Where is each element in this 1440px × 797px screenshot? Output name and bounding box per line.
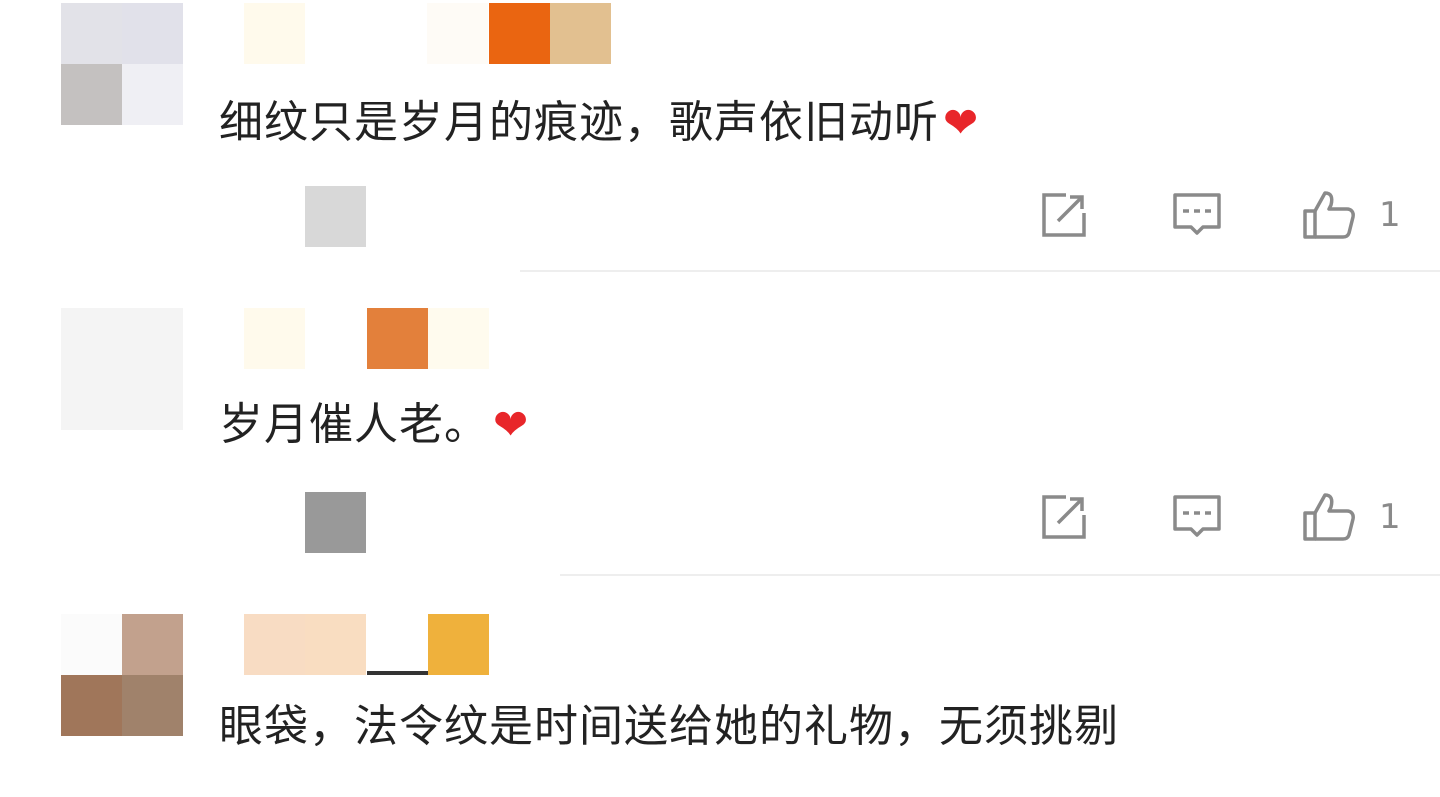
share-button[interactable]: [1036, 187, 1096, 247]
avatar[interactable]: [61, 614, 183, 736]
like-button[interactable]: [1301, 187, 1361, 247]
comment-icon: [1173, 495, 1221, 537]
avatar-pixel: [61, 614, 122, 675]
thumbs-up-icon: [1303, 191, 1355, 239]
avatar[interactable]: [61, 3, 183, 125]
comment-body: 细纹只是岁月的痕迹，歌声依旧动听: [219, 97, 939, 148]
comment-text: 岁月催人老。❤: [219, 399, 529, 451]
name-pixel: [367, 308, 428, 369]
meta-redacted: [305, 492, 366, 553]
avatar-pixel: [122, 64, 183, 125]
name-pixel: [244, 614, 305, 675]
name-pixel: [550, 3, 611, 64]
avatar-pixel: [61, 308, 122, 369]
name-pixel: [489, 3, 550, 64]
divider: [520, 270, 1440, 272]
avatar-pixel: [122, 675, 183, 736]
name-pixel: [244, 3, 305, 64]
name-pixel: [305, 3, 366, 64]
avatar-pixel: [122, 614, 183, 675]
name-pixel: [305, 614, 366, 675]
avatar-pixel: [61, 675, 122, 736]
comment-text: 细纹只是岁月的痕迹，歌声依旧动听❤: [219, 97, 979, 149]
comment-item: 眼袋，法令纹是时间送给她的礼物，无须挑剔: [0, 614, 1440, 797]
comment-icon: [1173, 193, 1221, 235]
avatar-pixel: [61, 369, 122, 430]
name-pixel: [305, 308, 366, 369]
like-count: 1: [1379, 195, 1401, 235]
name-pixel: [367, 614, 428, 675]
comment-body: 岁月催人老。: [219, 399, 489, 450]
avatar-pixel: [122, 3, 183, 64]
avatar-pixel: [61, 3, 122, 64]
thumbs-up-icon: [1303, 493, 1355, 541]
comment-body: 眼袋，法令纹是时间送给她的礼物，无须挑剔: [219, 701, 1119, 752]
name-pixel: [428, 308, 489, 369]
share-icon: [1042, 495, 1086, 539]
share-icon: [1042, 193, 1086, 237]
name-pixel: [244, 308, 305, 369]
heart-emoji-icon: ❤: [493, 400, 530, 449]
divider: [560, 574, 1440, 576]
comment-item: 细纹只是岁月的痕迹，歌声依旧动听❤ 1: [0, 0, 1440, 272]
reply-button[interactable]: [1169, 489, 1229, 549]
comment-item: 岁月催人老。❤ 1: [0, 308, 1440, 576]
share-button[interactable]: [1036, 489, 1096, 549]
avatar[interactable]: [61, 308, 183, 430]
name-pixel: [427, 3, 488, 64]
meta-redacted: [305, 186, 366, 247]
like-button[interactable]: [1301, 489, 1361, 549]
heart-emoji-icon: ❤: [943, 98, 980, 147]
like-count: 1: [1379, 497, 1401, 537]
avatar-pixel: [122, 308, 183, 369]
comment-text: 眼袋，法令纹是时间送给她的礼物，无须挑剔: [219, 701, 1119, 753]
reply-button[interactable]: [1169, 187, 1229, 247]
name-pixel: [428, 614, 489, 675]
avatar-pixel: [61, 64, 122, 125]
avatar-pixel: [122, 369, 183, 430]
